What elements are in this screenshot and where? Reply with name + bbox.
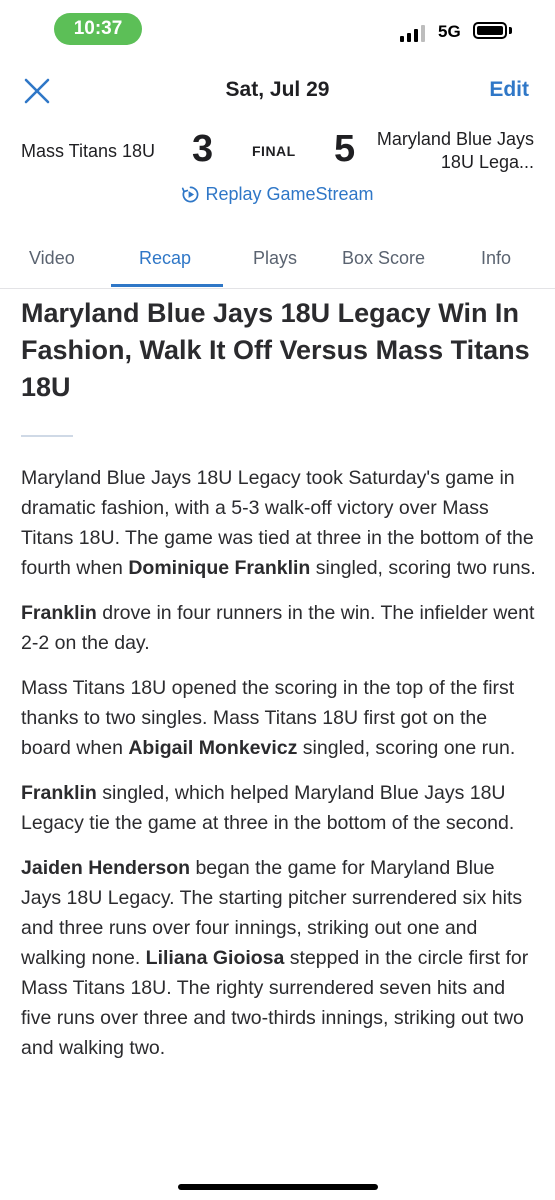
replay-gamestream-link[interactable]: Replay GameStream bbox=[0, 184, 555, 205]
article-paragraph: Franklin singled, which helped Maryland … bbox=[21, 778, 536, 838]
paragraph-text: singled, scoring one run. bbox=[297, 737, 516, 759]
battery-icon bbox=[473, 22, 507, 39]
article-paragraph: Franklin drove in four runners in the wi… bbox=[21, 598, 536, 658]
replay-label: Replay GameStream bbox=[205, 184, 374, 204]
tab-info[interactable]: Info bbox=[481, 248, 511, 269]
player-name: Franklin bbox=[21, 602, 97, 624]
article-paragraph: Maryland Blue Jays 18U Legacy took Satur… bbox=[21, 463, 536, 583]
signal-icon bbox=[400, 24, 425, 42]
tab-video[interactable]: Video bbox=[29, 248, 75, 269]
replay-icon bbox=[182, 186, 199, 203]
player-name: Liliana Gioiosa bbox=[145, 947, 285, 969]
away-team-name: Mass Titans 18U bbox=[21, 141, 156, 161]
network-label: 5G bbox=[438, 22, 461, 41]
title-divider bbox=[21, 435, 73, 437]
tab-plays[interactable]: Plays bbox=[253, 248, 297, 269]
game-status-label: FINAL bbox=[252, 143, 296, 159]
battery-tip bbox=[509, 27, 512, 34]
article-title: Maryland Blue Jays 18U Legacy Win In Fas… bbox=[21, 298, 530, 402]
status-bar: 10:37 5G bbox=[0, 0, 555, 62]
edit-button[interactable]: Edit bbox=[489, 78, 529, 102]
home-indicator[interactable] bbox=[178, 1184, 378, 1190]
player-name: Dominique Franklin bbox=[128, 557, 311, 579]
tab-recap[interactable]: Recap bbox=[139, 248, 191, 269]
article-paragraph: Mass Titans 18U opened the scoring in th… bbox=[21, 673, 536, 763]
tab-box-score[interactable]: Box Score bbox=[342, 248, 425, 269]
article-paragraph: Jaiden Henderson began the game for Mary… bbox=[21, 853, 536, 1063]
status-time: 10:37 bbox=[54, 13, 142, 45]
recap-article: Maryland Blue Jays 18U Legacy Win In Fas… bbox=[21, 295, 536, 1078]
active-tab-indicator bbox=[111, 284, 223, 287]
home-team-name: Maryland Blue Jays 18U Lega... bbox=[376, 129, 534, 172]
player-name: Abigail Monkevicz bbox=[128, 737, 298, 759]
tab-bar: Video Recap Plays Box Score Info bbox=[0, 240, 555, 289]
page-title: Sat, Jul 29 bbox=[225, 78, 330, 101]
player-name: Jaiden Henderson bbox=[21, 857, 191, 879]
paragraph-text: singled, scoring two runs. bbox=[310, 557, 536, 579]
paragraph-text: drove in four runners in the win. The in… bbox=[21, 602, 535, 654]
away-team-score: 3 bbox=[192, 128, 214, 170]
player-name: Franklin bbox=[21, 782, 97, 804]
home-team-score: 5 bbox=[334, 128, 356, 170]
